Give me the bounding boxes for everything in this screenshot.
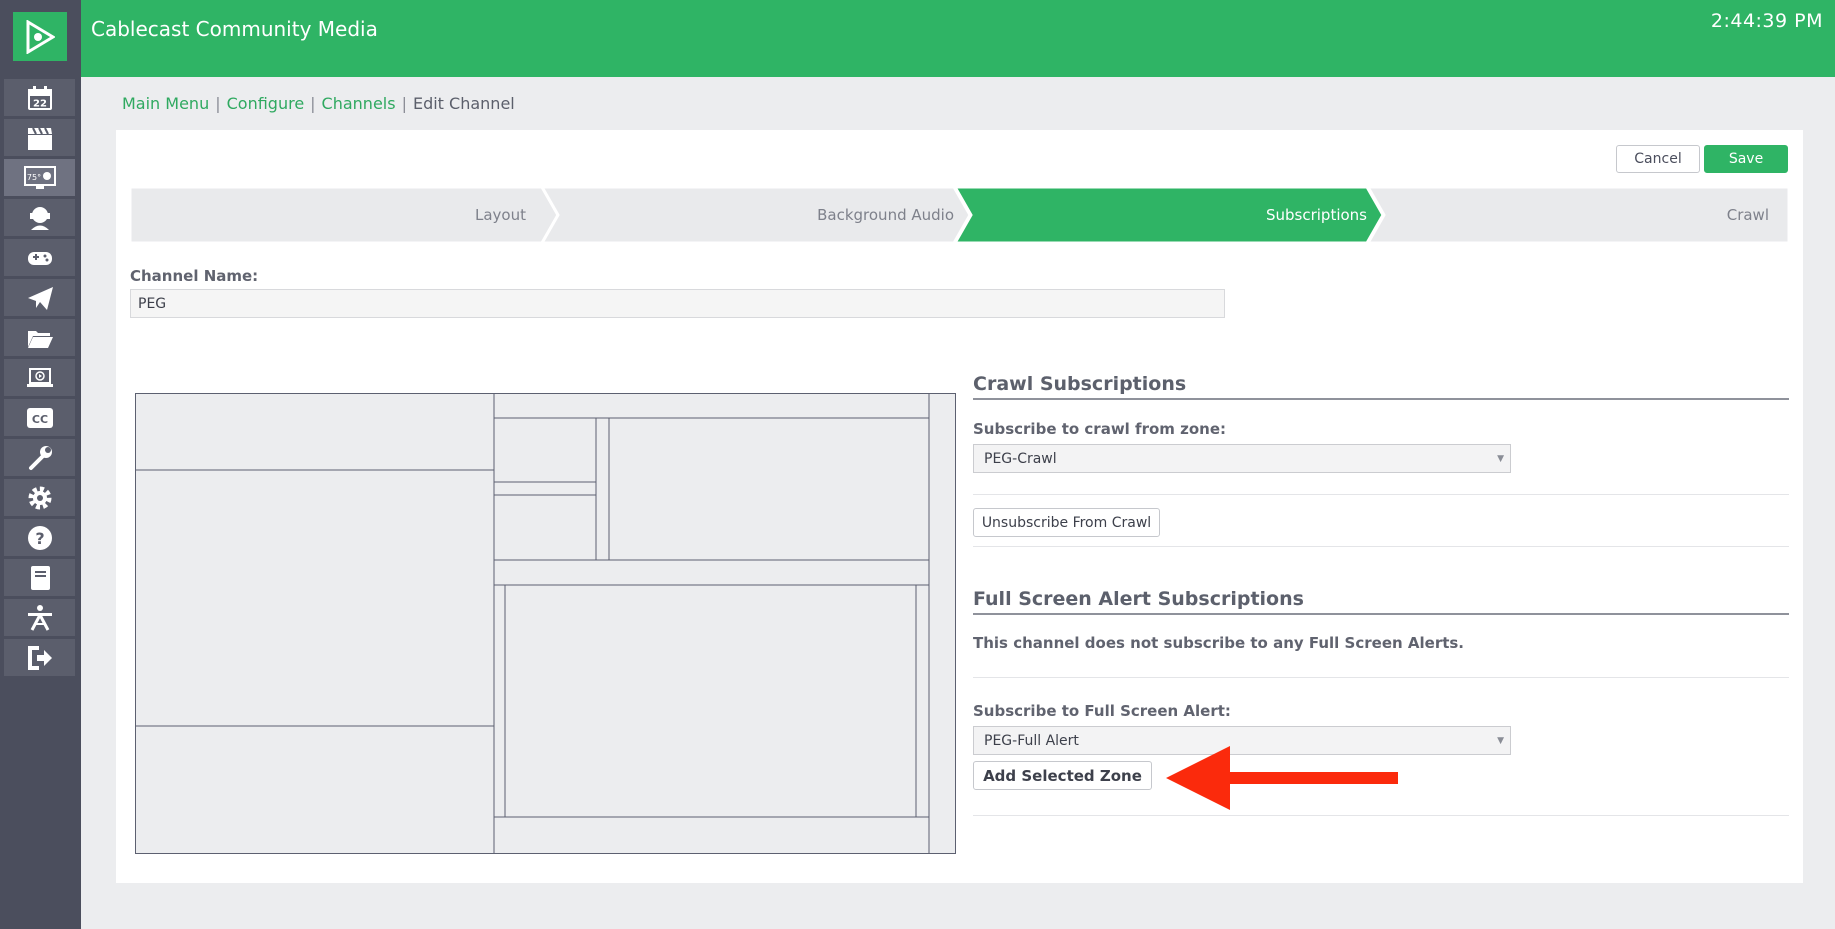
full-alert-label: Subscribe to Full Screen Alert: — [973, 702, 1231, 720]
no-alerts-message: This channel does not subscribe to any F… — [973, 634, 1465, 652]
section-divider — [973, 613, 1789, 615]
wrench-icon — [28, 445, 52, 470]
play-logo-icon — [26, 19, 55, 54]
crawl-subscriptions-title: Crawl Subscriptions — [973, 373, 1187, 395]
nav-logout[interactable] — [4, 639, 75, 678]
clock: 2:44:39 PM — [1710, 10, 1823, 32]
app-title: Cablecast Community Media — [91, 17, 378, 41]
full-screen-alerts-title: Full Screen Alert Subscriptions — [973, 588, 1304, 610]
breadcrumb-current: Edit Channel — [412, 94, 515, 113]
nav-broadcast[interactable] — [4, 599, 75, 638]
breadcrumb-main-menu[interactable]: Main Menu — [122, 94, 209, 113]
nav-media[interactable] — [4, 359, 75, 398]
nav-settings[interactable] — [4, 479, 75, 518]
breadcrumb-channels[interactable]: Channels — [322, 94, 396, 113]
nav-channels[interactable]: 75° — [4, 159, 75, 198]
channel-layout-preview — [135, 393, 956, 854]
nav-docs[interactable] — [4, 559, 75, 598]
laptop-play-icon — [26, 367, 53, 387]
step-crawl[interactable]: Crawl — [1384, 187, 1789, 243]
nav-captions[interactable]: CC — [4, 399, 75, 438]
nav-tools[interactable] — [4, 439, 75, 478]
sign-out-icon — [27, 645, 52, 670]
nav-shows[interactable] — [4, 119, 75, 158]
svg-text:?: ? — [35, 529, 44, 548]
question-icon: ? — [27, 525, 52, 550]
unsubscribe-crawl-button[interactable]: Unsubscribe From Crawl — [973, 508, 1160, 537]
folder-open-icon — [27, 330, 53, 348]
book-icon — [30, 565, 50, 590]
svg-text:75°: 75° — [26, 173, 40, 182]
app-logo[interactable] — [13, 12, 67, 61]
nav-send[interactable] — [4, 279, 75, 318]
wizard-steps: Layout Background Audio Subscriptions Cr… — [130, 187, 1789, 243]
channel-name-input[interactable]: PEG — [130, 289, 1225, 318]
annotation-arrow-icon — [1166, 746, 1398, 810]
step-subscriptions[interactable]: Subscriptions — [971, 187, 1383, 243]
edit-channel-panel: Cancel Save Layout Background Audio Subs… — [116, 130, 1803, 883]
dropdown-caret-icon: ▼ — [1497, 736, 1504, 746]
breadcrumb: Main Menu | Configure | Channels | Edit Channe… — [122, 94, 515, 113]
channel-name-label: Channel Name: — [130, 267, 259, 285]
cancel-button[interactable]: Cancel — [1616, 145, 1700, 173]
step-background-audio[interactable]: Background Audio — [558, 187, 970, 243]
row-divider — [973, 494, 1789, 495]
breadcrumb-separator: | — [401, 94, 407, 113]
nav-files[interactable] — [4, 319, 75, 358]
row-divider — [973, 815, 1789, 816]
nav-control[interactable] — [4, 239, 75, 278]
antenna-icon — [27, 604, 52, 631]
nav-help[interactable]: ? — [4, 519, 75, 558]
clapperboard-icon — [27, 127, 52, 150]
section-divider — [973, 398, 1789, 400]
weather-monitor-icon: 75° — [23, 165, 56, 189]
breadcrumb-separator: | — [215, 94, 221, 113]
sidebar: 22 75° CC ? — [0, 0, 81, 929]
svg-text:CC: CC — [31, 413, 47, 426]
gear-icon — [28, 486, 51, 509]
dropdown-caret-icon: ▼ — [1497, 454, 1504, 464]
row-divider — [973, 677, 1789, 678]
paper-plane-icon — [27, 286, 53, 310]
svg-text:22: 22 — [33, 98, 47, 109]
closed-caption-icon: CC — [26, 407, 53, 428]
breadcrumb-separator: | — [310, 94, 316, 113]
full-alert-value: PEG-Full Alert — [984, 732, 1079, 749]
top-header: Cablecast Community Media 2:44:39 PM — [81, 0, 1835, 77]
crawl-zone-label: Subscribe to crawl from zone: — [973, 420, 1227, 438]
breadcrumb-configure[interactable]: Configure — [227, 94, 305, 113]
nav-schedule[interactable]: 22 — [4, 79, 75, 118]
gamepad-icon — [27, 251, 52, 265]
step-layout[interactable]: Layout — [130, 187, 542, 243]
calendar-icon: 22 — [27, 85, 52, 110]
headset-icon — [29, 206, 50, 230]
save-button[interactable]: Save — [1704, 145, 1788, 173]
nav-support[interactable] — [4, 199, 75, 238]
crawl-zone-select[interactable]: PEG-Crawl ▼ — [973, 444, 1511, 473]
row-divider — [973, 546, 1789, 547]
add-selected-zone-button[interactable]: Add Selected Zone — [973, 761, 1152, 790]
crawl-zone-value: PEG-Crawl — [984, 450, 1057, 467]
